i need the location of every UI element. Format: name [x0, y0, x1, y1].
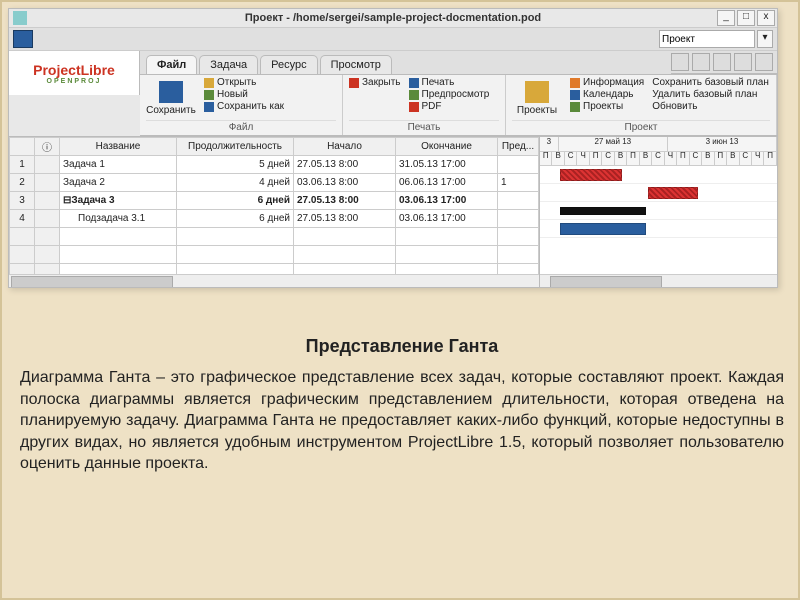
maximize-button[interactable]: □ [737, 10, 755, 26]
gantt-bar[interactable] [560, 169, 622, 181]
table-row[interactable]: 3 ⊟Задача 3 6 дней 27.05.13 8:00 03.06.1… [10, 192, 539, 210]
calendar-button[interactable]: Календарь [570, 89, 644, 100]
tab-file[interactable]: Файл [146, 55, 197, 74]
logo: ProjectLibre OPENPROJ [9, 51, 140, 95]
open-button[interactable]: Открыть [204, 77, 284, 88]
slide-body: Диаграмма Ганта – это графическое предст… [20, 367, 784, 475]
group-label-project: Проект [512, 120, 770, 133]
project-combo[interactable] [659, 30, 755, 48]
col-start[interactable]: Начало [294, 138, 396, 156]
info-button[interactable]: Информация [570, 77, 644, 88]
preview-button[interactable]: Предпросмотр [409, 89, 490, 100]
gantt-bar[interactable] [648, 187, 698, 199]
quick-toolbar: ▾ [9, 28, 777, 51]
nav-icons [671, 51, 777, 74]
table-row[interactable]: 1 Задача 1 5 дней 27.05.13 8:00 31.05.13… [10, 156, 539, 174]
logo-subtext: OPENPROJ [47, 78, 102, 85]
col-duration[interactable]: Продолжительность [177, 138, 294, 156]
save-icon [159, 81, 183, 103]
gantt-view: ⓘ Название Продолжительность Начало Окон… [9, 136, 777, 287]
gantt-row[interactable] [540, 202, 777, 220]
projects-button[interactable]: Проекты [512, 77, 562, 120]
ribbon: Сохранить Открыть Новый Сохранить как Фа… [140, 75, 777, 136]
projects-label: Проекты [517, 105, 557, 116]
titlebar: Проект - /home/sergei/sample-project-doc… [9, 9, 777, 28]
projectlibre-window: Проект - /home/sergei/sample-project-doc… [8, 8, 778, 288]
task-grid[interactable]: ⓘ Название Продолжительность Начало Окон… [9, 137, 540, 287]
gantt-row[interactable] [540, 184, 777, 202]
group-label-file: Файл [146, 120, 336, 133]
saveas-button[interactable]: Сохранить как [204, 101, 284, 112]
gantt-bar[interactable] [560, 223, 646, 235]
col-finish[interactable]: Окончание [396, 138, 498, 156]
scroll-thumb[interactable] [11, 276, 173, 287]
gantt-row[interactable] [540, 220, 777, 238]
projects2-icon [570, 102, 580, 112]
open-icon [204, 78, 214, 88]
tab-view[interactable]: Просмотр [320, 55, 392, 74]
save-label: Сохранить [146, 105, 196, 116]
pdf-icon [409, 102, 419, 112]
quick-save-icon[interactable] [13, 30, 33, 48]
gantt-summary-bar[interactable] [560, 207, 646, 215]
info-icon [570, 78, 580, 88]
table-row[interactable]: 2 Задача 2 4 дней 03.06.13 8:00 06.06.13… [10, 174, 539, 192]
timescale: 3 27 май 13 3 июн 13 П В С Ч П С В П В С… [540, 137, 777, 166]
chart-icon[interactable] [713, 53, 731, 71]
col-info[interactable]: ⓘ [35, 138, 60, 156]
table-row[interactable] [10, 246, 539, 264]
ribbon-group-project: Проекты Информация Календарь Проекты Сох… [506, 75, 777, 135]
calendar-icon [570, 90, 580, 100]
group-label-print: Печать [349, 120, 499, 133]
tab-resource[interactable]: Ресурс [260, 55, 317, 74]
print-icon [409, 78, 419, 88]
help-icon[interactable] [755, 53, 773, 71]
pdf-button[interactable]: PDF [409, 101, 490, 112]
scroll-thumb[interactable] [550, 276, 662, 287]
projects2-button[interactable]: Проекты [570, 101, 644, 112]
close-button[interactable]: x [757, 10, 775, 26]
projects-icon [525, 81, 549, 103]
gantt-row[interactable] [540, 166, 777, 184]
gantt-chart[interactable]: 3 27 май 13 3 июн 13 П В С Ч П С В П В С… [540, 137, 777, 287]
table-row[interactable]: 4 Подзадача 3.1 6 дней 27.05.13 8:00 03.… [10, 210, 539, 228]
ribbon-group-print: Закрыть Печать Предпросмотр PDF Печать [343, 75, 506, 135]
slide-heading: Представление Ганта [20, 336, 784, 357]
nav-left-icon[interactable] [671, 53, 689, 71]
grid-hscroll[interactable] [9, 274, 539, 287]
preview-icon [409, 90, 419, 100]
gantt-hscroll[interactable] [540, 274, 777, 287]
close-file-button[interactable]: Закрыть [349, 77, 401, 88]
save-button[interactable]: Сохранить [146, 77, 196, 120]
ribbon-tabs: Файл Задача Ресурс Просмотр [140, 52, 394, 74]
window-title: Проект - /home/sergei/sample-project-doc… [245, 12, 541, 24]
minimize-button[interactable]: _ [717, 10, 735, 26]
day-scale: П В С Ч П С В П В С Ч П С В П В С [540, 151, 777, 165]
new-button[interactable]: Новый [204, 89, 284, 100]
nav-right-icon[interactable] [692, 53, 710, 71]
project-combo-dropdown-icon[interactable]: ▾ [757, 30, 773, 48]
delete-baseline-button[interactable]: Удалить базовый план [652, 89, 769, 100]
tab-task[interactable]: Задача [199, 55, 258, 74]
close-icon [349, 78, 359, 88]
print-button[interactable]: Печать [409, 77, 490, 88]
col-num[interactable] [10, 138, 35, 156]
resource-icon[interactable] [734, 53, 752, 71]
slide-text: Представление Ганта Диаграмма Ганта – эт… [20, 330, 784, 475]
table-row[interactable] [10, 228, 539, 246]
ribbon-group-file: Сохранить Открыть Новый Сохранить как Фа… [140, 75, 343, 135]
refresh-button[interactable]: Обновить [652, 101, 769, 112]
saveas-icon [204, 102, 214, 112]
app-icon [13, 11, 27, 25]
col-pred[interactable]: Пред... [498, 138, 539, 156]
col-name[interactable]: Название [60, 138, 177, 156]
logo-text: ProjectLibre [33, 62, 115, 78]
save-baseline-button[interactable]: Сохранить базовый план [652, 77, 769, 88]
new-icon [204, 90, 214, 100]
